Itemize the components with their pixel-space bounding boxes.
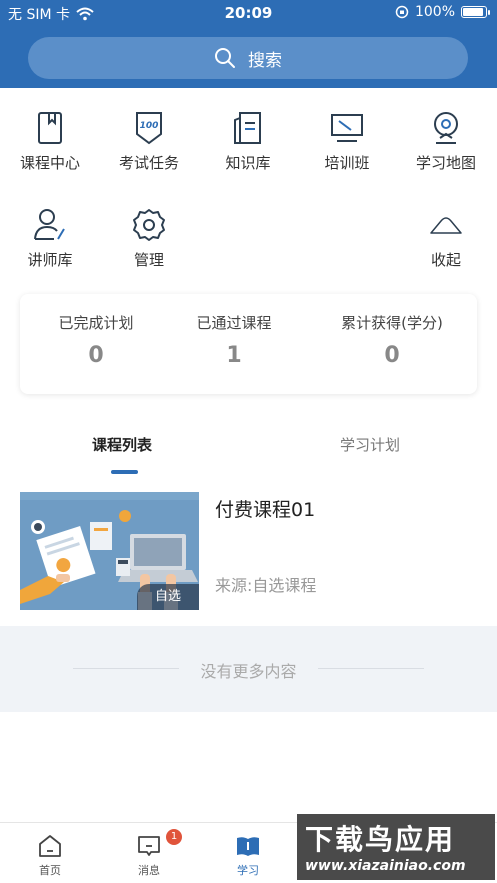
grid-item-exam-tasks[interactable]: 100 考试任务	[100, 110, 198, 173]
tab-learning-plan[interactable]: 学习计划	[340, 434, 400, 455]
tabbar-label: 学习	[237, 864, 259, 877]
grid-label: 课程中心	[19, 154, 80, 172]
tabbar-home[interactable]: 首页	[20, 833, 80, 878]
stat-label: 已通过课程	[196, 314, 272, 332]
grid-label: 管理	[133, 251, 164, 269]
grid-item-course-center[interactable]: 课程中心	[1, 110, 99, 173]
grid-label: 收起	[430, 251, 461, 269]
divider-right	[318, 668, 424, 669]
watermark-url: www.xiazainiao.com	[305, 858, 466, 874]
search-bar[interactable]: 搜索	[28, 37, 468, 79]
stat-value: 1	[226, 343, 242, 368]
tabbar-label: 首页	[39, 864, 61, 877]
map-pin-icon	[434, 112, 458, 144]
grid-item-collapse[interactable]: 收起	[397, 207, 495, 270]
stat-value: 0	[88, 343, 104, 368]
gear-icon	[133, 209, 165, 241]
tab-course-list[interactable]: 课程列表	[92, 434, 152, 455]
course-badge: 自选	[137, 584, 199, 610]
grid-item-learning-map[interactable]: 学习地图	[397, 110, 495, 173]
grid-label: 培训班	[324, 154, 370, 172]
stat-passed-courses[interactable]: 已通过课程 1	[158, 312, 310, 368]
grid-item-training-class[interactable]: 培训班	[298, 110, 396, 173]
course-title[interactable]: 付费课程01	[215, 495, 315, 522]
grid-item-lecturer-library[interactable]: 讲师库	[1, 207, 99, 270]
course-thumbnail[interactable]: 自选	[20, 492, 199, 610]
watermark-title: 下载鸟应用	[305, 823, 456, 856]
tabbar-learning[interactable]: 学习	[218, 833, 278, 878]
stat-label: 已完成计划	[58, 314, 134, 332]
no-more-content: 没有更多内容	[0, 626, 497, 712]
battery-icon	[461, 6, 490, 18]
stats-card: 已完成计划 0 已通过课程 1 累计获得(学分) 0	[20, 294, 477, 394]
rotation-lock-icon	[395, 5, 409, 19]
grid-item-management[interactable]: 管理	[100, 207, 198, 270]
battery-percent: 100%	[414, 4, 455, 20]
grid-label: 讲师库	[27, 251, 73, 269]
book-bookmark-icon	[38, 112, 62, 144]
lecturer-icon	[34, 209, 65, 240]
message-icon	[138, 836, 160, 856]
exam-100-icon: 100	[136, 112, 162, 145]
search-icon	[215, 48, 235, 68]
message-count-badge: 1	[166, 829, 182, 845]
stat-completed-plans[interactable]: 已完成计划 0	[20, 312, 172, 368]
stat-total-credits[interactable]: 累计获得(学分) 0	[316, 312, 468, 368]
battery-level	[463, 8, 483, 16]
grid-label: 知识库	[225, 154, 271, 172]
tab-active-indicator	[111, 470, 138, 474]
svg-text:100: 100	[140, 121, 159, 131]
presentation-board-icon	[331, 114, 363, 142]
grid-label: 学习地图	[415, 154, 476, 172]
watermark-logo: 下载鸟应用 www.xiazainiao.com	[297, 814, 495, 880]
open-book-icon	[237, 837, 259, 856]
stat-value: 0	[384, 343, 400, 368]
status-bar: 无 SIM 卡 20:09 100%	[0, 0, 497, 26]
no-more-label: 没有更多内容	[200, 662, 297, 681]
search-placeholder: 搜索	[248, 50, 282, 71]
chevron-up-icon	[430, 217, 462, 234]
document-library-icon	[234, 112, 261, 144]
home-icon	[39, 835, 61, 857]
course-source: 来源:自选课程	[215, 576, 317, 595]
grid-item-knowledge-base[interactable]: 知识库	[199, 110, 297, 173]
header: 无 SIM 卡 20:09 100% 搜索	[0, 0, 497, 88]
stat-label: 累计获得(学分)	[341, 314, 443, 332]
tabbar-label: 消息	[138, 864, 160, 877]
grid-label: 考试任务	[118, 154, 179, 172]
